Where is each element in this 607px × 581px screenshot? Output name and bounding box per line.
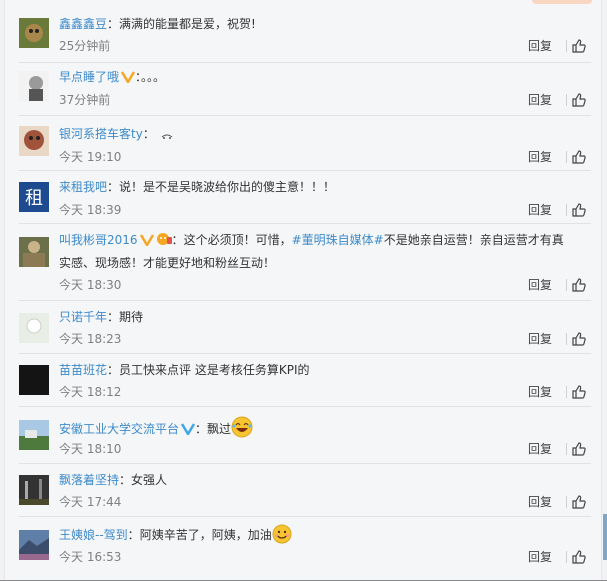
reply-button[interactable]: 回复	[528, 492, 552, 512]
comment-text: 阿姨辛苦了，阿姨，加油	[139, 528, 272, 542]
comment-item: 王姨娘--驾到：阿姨辛苦了，阿姨，加油 今天 16:53 回复	[19, 516, 591, 578]
comment-text: 满满的能量都是爱，祝贺!	[119, 17, 256, 31]
verified-v-icon	[139, 234, 154, 246]
colon: ：	[142, 127, 155, 141]
comment-item: 苗苗班花：员工快来点评 这是考核任务算KPI的 今天 18:12 回复	[19, 353, 591, 407]
reply-button[interactable]: 回复	[528, 382, 552, 402]
member-badge-icon	[156, 233, 172, 245]
comment-item: 安徽工业大学交流平台 ：飘过 今天 18:10 回复	[19, 406, 591, 464]
divider	[566, 94, 567, 106]
comment-time: 今天 18:12	[59, 385, 122, 399]
comment-time: 今天 18:23	[59, 332, 122, 346]
avatar[interactable]	[19, 126, 49, 156]
comment-time: 今天 18:30	[59, 278, 122, 292]
colon: ：	[127, 528, 140, 542]
comment-text: 员工快来点评 这是考核任务算KPI的	[119, 363, 310, 377]
comment-item: 飘落着坚持：女强人 今天 17:44 回复	[19, 463, 591, 517]
comment-text: 女强人	[131, 473, 168, 487]
reply-button[interactable]: 回复	[528, 547, 552, 567]
comment-item: 早点睡了哦：。。。 37分钟前 回复	[19, 62, 591, 116]
avatar[interactable]: 租	[19, 182, 49, 212]
comment-item: 银河系搭车客ty： 今天 19:10 回复	[19, 115, 591, 171]
thumbs-up-icon[interactable]	[572, 495, 586, 509]
smile-emoji-icon	[272, 524, 292, 544]
comment-username[interactable]: 叫我彬哥2016	[59, 233, 138, 247]
comment-username[interactable]: 飘落着坚持	[59, 473, 119, 487]
reply-button[interactable]: 回复	[528, 439, 552, 459]
comment-text: 飘过	[207, 422, 232, 436]
reply-button[interactable]: 回复	[528, 147, 552, 167]
comment-username[interactable]: 王姨娘--驾到	[59, 528, 128, 542]
comment-username[interactable]: 鑫鑫鑫豆	[59, 17, 107, 31]
thumbs-up-icon[interactable]	[572, 39, 586, 53]
scrollbar-thumb[interactable]	[603, 514, 607, 560]
divider	[566, 496, 567, 508]
divider	[566, 386, 567, 398]
comment-username[interactable]: 安徽工业大学交流平台	[59, 422, 179, 436]
laughing-emoji-icon	[231, 416, 253, 438]
comment-panel: 鑫鑫鑫豆：满满的能量都是爱，祝贺! 25分钟前 回复 早点睡了哦：。。。 37分…	[4, 0, 602, 580]
verified-v-icon	[121, 71, 136, 83]
comment-time: 今天 16:53	[59, 550, 122, 564]
reply-button[interactable]: 回复	[528, 90, 552, 110]
comment-time: 今天 17:44	[59, 495, 122, 509]
comment-text: 说！是不是吴晓波给你出的傻主意！！！	[119, 180, 336, 194]
colon: ：	[107, 363, 120, 377]
avatar[interactable]	[19, 420, 49, 450]
comment-item: 鑫鑫鑫豆：满满的能量都是爱，祝贺! 25分钟前 回复	[19, 0, 591, 63]
comment-username[interactable]: 银河系搭车客ty	[59, 127, 143, 141]
colon: ：	[107, 17, 120, 31]
comment-username[interactable]: 苗苗班花	[59, 363, 107, 377]
avatar[interactable]	[19, 18, 49, 48]
colon: ：	[195, 422, 208, 436]
thumbs-up-icon[interactable]	[572, 93, 586, 107]
colon: ：	[171, 233, 184, 247]
thumbs-up-icon[interactable]	[572, 385, 586, 399]
reply-button[interactable]: 回复	[528, 329, 552, 349]
thumbs-up-icon[interactable]	[572, 150, 586, 164]
reply-button[interactable]: 回复	[528, 36, 552, 56]
colon: ：	[107, 180, 120, 194]
divider	[566, 333, 567, 345]
avatar[interactable]	[19, 313, 49, 343]
thumbs-up-icon[interactable]	[572, 278, 586, 292]
comment-username[interactable]: 来租我吧	[59, 180, 107, 194]
comment-time: 今天 19:10	[59, 150, 122, 164]
divider	[566, 279, 567, 291]
colon: ：	[107, 310, 120, 324]
comment-username[interactable]: 早点睡了哦	[59, 70, 119, 84]
divider	[566, 151, 567, 163]
verified-v-icon	[181, 423, 196, 435]
divider	[566, 40, 567, 52]
thumbs-up-icon[interactable]	[572, 550, 586, 564]
divider	[566, 551, 567, 563]
colon: ：	[119, 473, 132, 487]
thumbs-up-icon[interactable]	[572, 332, 586, 346]
small-emoji-icon	[161, 134, 173, 139]
svg-text:租: 租	[25, 188, 43, 209]
comment-time: 25分钟前	[59, 39, 111, 53]
avatar[interactable]	[19, 530, 49, 560]
comment-item: 叫我彬哥2016 ：这个必须顶！可惜，#董明珠自媒体#不是她亲自运营！亲自运营才有…	[19, 223, 591, 301]
divider	[566, 443, 567, 455]
thumbs-up-icon[interactable]	[572, 442, 586, 456]
comment-time: 37分钟前	[59, 93, 111, 107]
avatar[interactable]	[19, 71, 49, 101]
comment-time: 今天 18:39	[59, 203, 122, 217]
comment-item: 只诺千年：期待 今天 18:23 回复	[19, 300, 591, 354]
avatar[interactable]	[19, 237, 49, 267]
avatar[interactable]	[19, 365, 49, 395]
divider	[566, 204, 567, 216]
topic-link[interactable]: #董明珠自媒体#	[292, 233, 384, 247]
reply-button[interactable]: 回复	[528, 275, 552, 295]
avatar[interactable]	[19, 475, 49, 505]
comment-text: 期待	[119, 310, 144, 324]
comment-item: 租 来租我吧：说！是不是吴晓波给你出的傻主意！！！ 今天 18:39 回复	[19, 170, 591, 224]
thumbs-up-icon[interactable]	[572, 203, 586, 217]
reply-button[interactable]: 回复	[528, 200, 552, 220]
comment-time: 今天 18:10	[59, 442, 122, 456]
comment-text: 这个必须顶！可惜，	[183, 233, 292, 247]
comment-username[interactable]: 只诺千年	[59, 310, 107, 324]
comment-text: 。。。	[141, 70, 166, 84]
